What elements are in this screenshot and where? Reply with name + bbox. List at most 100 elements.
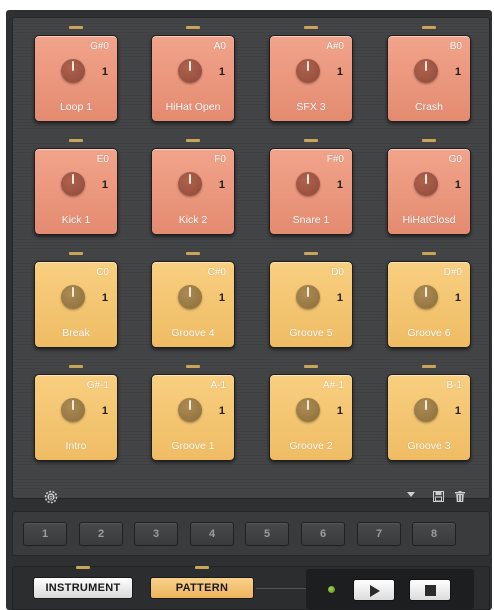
sample-pad[interactable]: B0 1 Crash bbox=[387, 35, 471, 122]
pattern-button[interactable]: PATTERN bbox=[150, 577, 254, 599]
pad-led bbox=[69, 26, 83, 29]
pad-label: Groove 3 bbox=[407, 440, 451, 452]
pad-value: 1 bbox=[101, 405, 108, 417]
pad-note: A#-1 bbox=[322, 380, 344, 391]
pad-knob[interactable] bbox=[61, 398, 85, 422]
pad-led bbox=[186, 26, 200, 29]
pad-label: Crash bbox=[414, 101, 443, 113]
sample-pad[interactable]: B-1 1 Groove 3 bbox=[387, 374, 471, 461]
pattern-selector-bar: 12345678 bbox=[12, 511, 490, 556]
pad-led bbox=[69, 365, 83, 368]
pattern-slot-button[interactable]: 2 bbox=[79, 522, 123, 546]
pattern-slot-button[interactable]: 8 bbox=[412, 522, 456, 546]
pad-knob[interactable] bbox=[61, 59, 85, 83]
pad-slot: G0 1 HiHatClosd bbox=[387, 139, 471, 235]
sample-pad[interactable]: A0 1 HiHat Open bbox=[151, 35, 235, 122]
save-disk-icon[interactable] bbox=[433, 491, 444, 505]
sample-pad[interactable]: E0 1 Kick 1 bbox=[34, 148, 118, 235]
pad-knob[interactable] bbox=[178, 398, 202, 422]
pad-note: D#0 bbox=[443, 267, 462, 278]
dropdown-arrow-icon[interactable] bbox=[406, 490, 416, 503]
sample-pad[interactable]: F#0 1 Snare 1 bbox=[269, 148, 353, 235]
sample-pad[interactable]: A-1 1 Groove 1 bbox=[151, 374, 235, 461]
pad-slot: A#-1 1 Groove 2 bbox=[269, 365, 353, 461]
pad-value: 1 bbox=[454, 292, 461, 304]
pad-knob[interactable] bbox=[296, 285, 320, 309]
pattern-slot-button[interactable]: 4 bbox=[190, 522, 234, 546]
pad-knob[interactable] bbox=[178, 172, 202, 196]
pad-note: B-1 bbox=[446, 380, 462, 391]
pad-value: 1 bbox=[336, 292, 343, 304]
pad-led bbox=[304, 139, 318, 142]
pad-value: 1 bbox=[454, 405, 461, 417]
pad-slot: B-1 1 Groove 3 bbox=[387, 365, 471, 461]
pattern-slot-button[interactable]: 7 bbox=[357, 522, 401, 546]
pattern-slot-button[interactable]: 6 bbox=[301, 522, 345, 546]
pattern-led bbox=[195, 566, 209, 569]
sample-pad[interactable]: F0 1 Kick 2 bbox=[151, 148, 235, 235]
pad-slot: A0 1 HiHat Open bbox=[151, 26, 235, 122]
sample-pad[interactable]: G0 1 HiHatClosd bbox=[387, 148, 471, 235]
status-led-icon bbox=[328, 586, 335, 593]
pad-note: F0 bbox=[214, 154, 226, 165]
sample-pad[interactable]: A#-1 1 Groove 2 bbox=[269, 374, 353, 461]
mode-transport-bar: INSTRUMENT PATTERN bbox=[12, 566, 490, 610]
pad-knob[interactable] bbox=[414, 285, 438, 309]
pad-slot: C0 1 Break bbox=[34, 252, 118, 348]
trash-icon[interactable] bbox=[455, 491, 465, 505]
instrument-led bbox=[76, 566, 90, 569]
sample-pad[interactable]: D0 1 Groove 5 bbox=[269, 261, 353, 348]
pad-led bbox=[304, 252, 318, 255]
sample-pad[interactable]: C0 1 Break bbox=[34, 261, 118, 348]
pad-note: A-1 bbox=[210, 380, 226, 391]
pad-note: G#-1 bbox=[86, 380, 109, 391]
pad-knob[interactable] bbox=[61, 285, 85, 309]
pad-slot: B0 1 Crash bbox=[387, 26, 471, 122]
pad-value: 1 bbox=[101, 179, 108, 191]
pad-knob[interactable] bbox=[296, 398, 320, 422]
pad-note: F#0 bbox=[326, 154, 344, 165]
pad-led bbox=[69, 139, 83, 142]
instrument-button[interactable]: INSTRUMENT bbox=[33, 577, 133, 599]
sample-pad[interactable]: G#-1 1 Intro bbox=[34, 374, 118, 461]
pad-note: E0 bbox=[96, 154, 109, 165]
pattern-slot-button[interactable]: 1 bbox=[23, 522, 67, 546]
pad-led bbox=[186, 139, 200, 142]
pad-value: 1 bbox=[218, 292, 225, 304]
pad-knob[interactable] bbox=[61, 172, 85, 196]
pad-note: G#0 bbox=[90, 41, 109, 52]
pad-led bbox=[422, 252, 436, 255]
pad-knob[interactable] bbox=[414, 172, 438, 196]
pad-slot: G#0 1 Loop 1 bbox=[34, 26, 118, 122]
pattern-slot-button[interactable]: 3 bbox=[134, 522, 178, 546]
pad-note: D0 bbox=[331, 267, 344, 278]
pad-knob[interactable] bbox=[414, 59, 438, 83]
pad-led bbox=[422, 139, 436, 142]
settings-gear-b-icon[interactable]: B bbox=[44, 490, 58, 507]
sample-pad[interactable]: D#0 1 Groove 6 bbox=[387, 261, 471, 348]
stop-button[interactable] bbox=[409, 579, 451, 601]
pad-slot: A-1 1 Groove 1 bbox=[151, 365, 235, 461]
pad-value: 1 bbox=[101, 292, 108, 304]
sample-pad[interactable]: A#0 1 SFX 3 bbox=[269, 35, 353, 122]
pad-knob[interactable] bbox=[296, 59, 320, 83]
pad-note: C0 bbox=[96, 267, 109, 278]
pad-label: SFX 3 bbox=[296, 101, 326, 113]
pad-knob[interactable] bbox=[296, 172, 320, 196]
pad-value: 1 bbox=[101, 66, 108, 78]
svg-text:B: B bbox=[49, 495, 54, 501]
pattern-slot-button[interactable]: 5 bbox=[245, 522, 289, 546]
play-button[interactable] bbox=[353, 579, 395, 601]
sample-pad[interactable]: C#0 1 Groove 4 bbox=[151, 261, 235, 348]
pad-knob[interactable] bbox=[414, 398, 438, 422]
pad-led bbox=[422, 26, 436, 29]
pad-note: A#0 bbox=[326, 41, 344, 52]
pad-label: Intro bbox=[65, 440, 87, 452]
pad-slot: D#0 1 Groove 6 bbox=[387, 252, 471, 348]
pad-knob[interactable] bbox=[178, 285, 202, 309]
pad-value: 1 bbox=[454, 66, 461, 78]
pad-knob[interactable] bbox=[178, 59, 202, 83]
sample-pad[interactable]: G#0 1 Loop 1 bbox=[34, 35, 118, 122]
pad-note: B0 bbox=[449, 41, 462, 52]
pad-label: Groove 1 bbox=[171, 440, 215, 452]
